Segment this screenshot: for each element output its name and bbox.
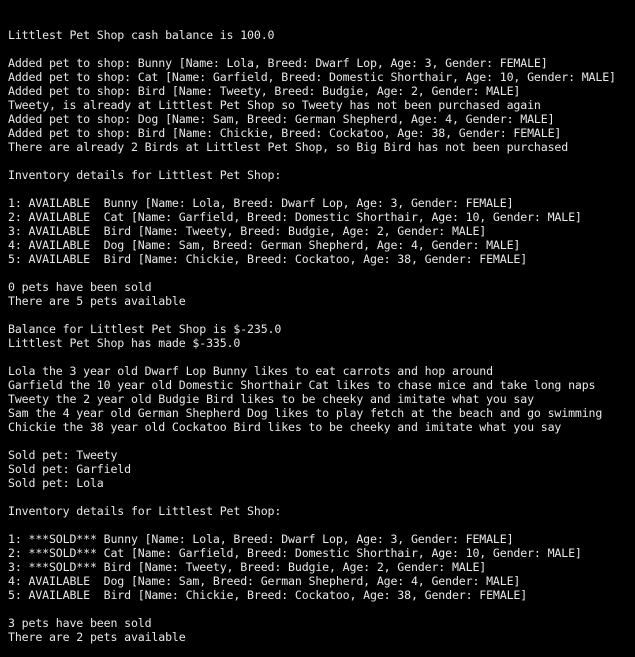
output-line: Added pet to shop: Bird [Name: Chickie, … bbox=[8, 126, 562, 140]
output-line: 3: AVAILABLE Bird [Name: Tweety, Breed: … bbox=[8, 224, 487, 238]
terminal-lines: Littlest Pet Shop cash balance is 100.0 A… bbox=[8, 28, 635, 657]
output-line: Sam the 4 year old German Shepherd Dog l… bbox=[8, 406, 603, 420]
output-line: 4: AVAILABLE Dog [Name: Sam, Breed: Germ… bbox=[8, 238, 521, 252]
output-line: Chickie the 38 year old Cockatoo Bird li… bbox=[8, 420, 562, 434]
output-line: Added pet to shop: Bird [Name: Tweety, B… bbox=[8, 84, 521, 98]
output-line: 1: AVAILABLE Bunny [Name: Lola, Breed: D… bbox=[8, 196, 514, 210]
output-line: Lola the 3 year old Dwarf Lop Bunny like… bbox=[8, 364, 493, 378]
output-line: 2: AVAILABLE Cat [Name: Garfield, Breed:… bbox=[8, 210, 582, 224]
output-line: Littlest Pet Shop has made $-335.0 bbox=[8, 336, 241, 350]
output-line: Sold pet: Garfield bbox=[8, 462, 131, 476]
output-line: 0 pets have been sold bbox=[8, 280, 152, 294]
output-line: Inventory details for Littlest Pet Shop: bbox=[8, 504, 282, 518]
output-line: Tweety the 2 year old Budgie Bird likes … bbox=[8, 392, 534, 406]
output-line: 2: ***SOLD*** Cat [Name: Garfield, Breed… bbox=[8, 546, 582, 560]
output-line: Sold pet: Tweety bbox=[8, 448, 118, 462]
output-line: 5: AVAILABLE Bird [Name: Chickie, Breed:… bbox=[8, 252, 528, 266]
output-line: Sold pet: Lola bbox=[8, 476, 104, 490]
output-line: 3 pets have been sold bbox=[8, 616, 152, 630]
output-line: There are already 2 Birds at Littlest Pe… bbox=[8, 140, 569, 154]
output-line: Garfield the 10 year old Domestic Shorth… bbox=[8, 378, 596, 392]
output-line: Balance for Littlest Pet Shop is $-235.0 bbox=[8, 322, 282, 336]
output-line: There are 5 pets available bbox=[8, 294, 186, 308]
output-line: 5: AVAILABLE Bird [Name: Chickie, Breed:… bbox=[8, 588, 528, 602]
output-line: Added pet to shop: Bunny [Name: Lola, Br… bbox=[8, 56, 548, 70]
output-line: Added pet to shop: Cat [Name: Garfield, … bbox=[8, 70, 616, 84]
output-line: 1: ***SOLD*** Bunny [Name: Lola, Breed: … bbox=[8, 532, 514, 546]
output-line: There are 2 pets available bbox=[8, 630, 186, 644]
output-line: Tweety, is already at Littlest Pet Shop … bbox=[8, 98, 541, 112]
output-line: 4: AVAILABLE Dog [Name: Sam, Breed: Germ… bbox=[8, 574, 521, 588]
output-line: Added pet to shop: Dog [Name: Sam, Breed… bbox=[8, 112, 555, 126]
output-line: Inventory details for Littlest Pet Shop: bbox=[8, 168, 282, 182]
terminal-output[interactable]: Littlest Pet Shop cash balance is 100.0 A… bbox=[0, 0, 635, 657]
output-line: 3: ***SOLD*** Bird [Name: Tweety, Breed:… bbox=[8, 560, 487, 574]
output-line: Littlest Pet Shop cash balance is 100.0 bbox=[8, 28, 275, 42]
